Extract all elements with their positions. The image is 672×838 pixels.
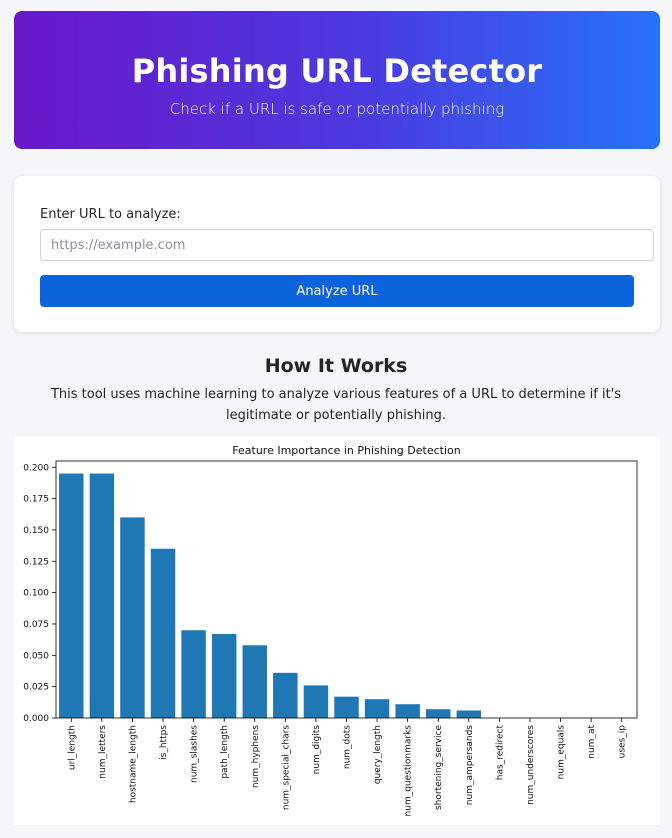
chart-title: Feature Importance in Phishing Detection — [232, 444, 460, 457]
y-tick-label: 0.150 — [23, 526, 49, 536]
x-tick-label: is_https — [159, 725, 169, 760]
app-header: Phishing URL Detector Check if a URL is … — [14, 11, 660, 149]
page-subtitle: Check if a URL is safe or potentially ph… — [169, 100, 505, 118]
y-tick-label: 0.025 — [23, 683, 49, 693]
x-tick-label: num_hyphens — [251, 725, 261, 788]
x-tick-label: num_equals — [557, 725, 567, 780]
chart-bar-query_length — [364, 699, 390, 718]
x-tick-label: num_ampersands — [465, 725, 475, 806]
x-tick-label: num_digits — [312, 725, 322, 775]
x-tick-label: num_dots — [343, 725, 353, 769]
url-form-card: Enter URL to analyze: Analyze URL — [14, 176, 660, 332]
x-tick-label: has_redirect — [495, 725, 505, 781]
chart-bar-num_slashes — [181, 630, 206, 718]
chart-bar-num_special_chars — [273, 672, 298, 718]
chart-bar-num_hyphens — [242, 645, 267, 718]
y-tick-label: 0.200 — [23, 463, 49, 473]
x-tick-label: url_length — [67, 725, 77, 770]
chart-bar-num_digits — [303, 685, 329, 718]
chart-bar-url_length — [59, 473, 84, 718]
x-tick-label: num_special_chars — [281, 725, 291, 810]
x-tick-label: num_underscores — [526, 725, 536, 805]
how-it-works-description: This tool uses machine learning to analy… — [50, 387, 622, 423]
url-input-label: Enter URL to analyze: — [40, 207, 181, 222]
chart-bar-shortening_service — [426, 709, 451, 718]
chart-bar-num_ampersands — [456, 710, 482, 718]
chart-svg: Feature Importance in Phishing Detection… — [23, 444, 638, 817]
chart-bar-num_questionmarks — [395, 704, 420, 718]
x-tick-label: shortening_service — [434, 725, 444, 810]
y-tick-label: 0.000 — [23, 714, 49, 724]
feature-importance-chart: Feature Importance in Phishing Detection… — [14, 437, 660, 825]
y-tick-label: 0.175 — [23, 495, 49, 505]
x-tick-label: path_length — [220, 725, 230, 779]
chart-bar-path_length — [211, 634, 237, 718]
x-tick-label: num_letters — [98, 725, 108, 779]
url-input[interactable] — [40, 229, 654, 261]
chart-bar-hostname_length — [120, 517, 145, 718]
analyze-url-button[interactable]: Analyze URL — [40, 275, 634, 307]
x-tick-label: hostname_length — [128, 725, 138, 803]
chart-bar-is_https — [150, 548, 176, 718]
y-tick-label: 0.050 — [23, 651, 49, 661]
page-title: Phishing URL Detector — [131, 52, 543, 90]
y-tick-label: 0.075 — [23, 620, 49, 630]
chart-bar-num_dots — [334, 696, 359, 718]
x-tick-label: num_questionmarks — [404, 725, 414, 817]
x-tick-label: num_at — [587, 725, 597, 759]
x-tick-label: query_length — [373, 725, 383, 784]
chart-bar-num_letters — [89, 473, 115, 718]
y-tick-label: 0.125 — [23, 557, 49, 567]
x-tick-label: uses_ip — [618, 725, 628, 759]
x-tick-label: num_slashes — [190, 725, 200, 783]
how-it-works-heading: How It Works — [264, 355, 408, 377]
y-tick-label: 0.100 — [23, 589, 49, 599]
